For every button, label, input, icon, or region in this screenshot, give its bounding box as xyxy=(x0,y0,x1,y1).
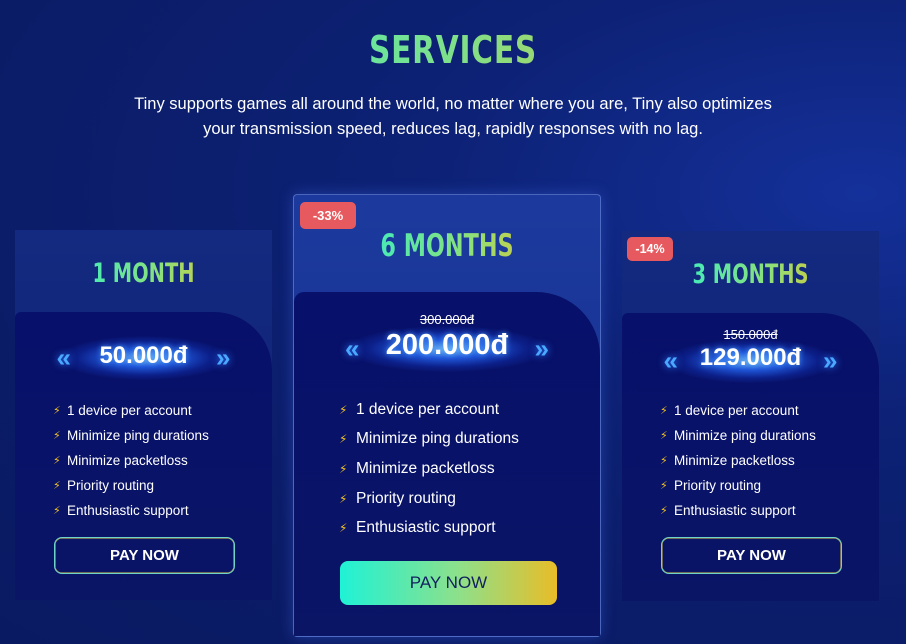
feature-item: ⚡ Minimize packetloss xyxy=(339,459,495,477)
feature-item: ⚡ Priority routing xyxy=(53,478,155,493)
lightning-bolt-icon: ⚡ xyxy=(660,455,668,467)
plan-card-1-month: 1 MONTH « » 50.000đ ⚡ 1 device per accoun… xyxy=(15,230,272,600)
feature-item: ⚡ Minimize packetloss xyxy=(53,453,188,468)
old-price: 300.000đ xyxy=(419,312,475,327)
subtitle-line-1: Tiny supports games all around the world… xyxy=(134,95,772,113)
feature-list: ⚡ 1 device per account ⚡ Minimize ping dur… xyxy=(339,395,519,543)
page-subtitle: Tiny supports games all around the world… xyxy=(60,92,846,142)
lightning-bolt-icon: ⚡ xyxy=(339,461,348,476)
page-title: SERVICES xyxy=(100,28,807,72)
feature-list: ⚡ 1 device per account ⚡ Minimize ping dur… xyxy=(660,398,816,523)
feature-item: ⚡ 1 device per account xyxy=(53,403,192,418)
feature-item: ⚡ Minimize ping durations xyxy=(339,430,519,448)
lightning-bolt-icon: ⚡ xyxy=(339,432,348,447)
plan-name: 1 MONTH xyxy=(51,258,236,289)
plan-name: 3 MONTHS xyxy=(658,259,843,290)
plan-price: 200.000đ xyxy=(385,329,509,361)
feature-item: ⚡ Priority routing xyxy=(660,478,762,493)
plan-price: 129.000đ xyxy=(699,344,802,371)
plan-body: 150.000đ « » 129.000đ ⚡ 1 device per acco… xyxy=(622,313,879,601)
plan-card-3-months: -14% 3 MONTHS 150.000đ « » 129.000đ ⚡ 1 d… xyxy=(622,231,879,601)
discount-badge: -14% xyxy=(627,237,673,261)
lightning-bolt-icon: ⚡ xyxy=(660,405,668,417)
lightning-bolt-icon: ⚡ xyxy=(53,405,61,417)
feature-item: ⚡ Enthusiastic support xyxy=(53,503,189,518)
pay-now-button[interactable]: PAY NOW xyxy=(661,537,842,574)
lightning-bolt-icon: ⚡ xyxy=(53,480,61,492)
feature-item: ⚡ Enthusiastic support xyxy=(339,519,496,537)
feature-item: ⚡ Minimize ping durations xyxy=(53,428,209,443)
feature-item: ⚡ Minimize ping durations xyxy=(660,428,816,443)
lightning-bolt-icon: ⚡ xyxy=(339,521,348,536)
pay-now-button[interactable]: PAY NOW xyxy=(340,561,557,605)
lightning-bolt-icon: ⚡ xyxy=(53,455,61,467)
lightning-bolt-icon: ⚡ xyxy=(660,505,668,517)
feature-item: ⚡ 1 device per account xyxy=(339,400,500,418)
lightning-bolt-icon: ⚡ xyxy=(339,491,348,506)
plan-body: 300.000đ « » 200.000đ ⚡ 1 device per acco… xyxy=(294,292,600,636)
feature-item: ⚡ 1 device per account xyxy=(660,403,799,418)
pay-now-button[interactable]: PAY NOW xyxy=(54,537,235,574)
lightning-bolt-icon: ⚡ xyxy=(339,402,348,417)
feature-item: ⚡ Minimize packetloss xyxy=(660,453,795,468)
feature-item: ⚡ Enthusiastic support xyxy=(660,503,796,518)
lightning-bolt-icon: ⚡ xyxy=(53,430,61,442)
feature-item: ⚡ Priority routing xyxy=(339,489,456,507)
lightning-bolt-icon: ⚡ xyxy=(660,430,668,442)
plan-name: 6 MONTHS xyxy=(337,228,557,264)
plan-price: 50.000đ xyxy=(99,342,188,369)
lightning-bolt-icon: ⚡ xyxy=(53,505,61,517)
discount-badge: -33% xyxy=(300,202,356,229)
plan-card-6-months: -33% 6 MONTHS 300.000đ « » 200.000đ ⚡ 1 d… xyxy=(293,194,601,637)
subtitle-line-2: your transmission speed, reduces lag, ra… xyxy=(203,120,703,138)
feature-list: ⚡ 1 device per account ⚡ Minimize ping dur… xyxy=(53,398,209,523)
lightning-bolt-icon: ⚡ xyxy=(660,480,668,492)
plan-body: « » 50.000đ ⚡ 1 device per account ⚡ Minim… xyxy=(15,312,272,600)
